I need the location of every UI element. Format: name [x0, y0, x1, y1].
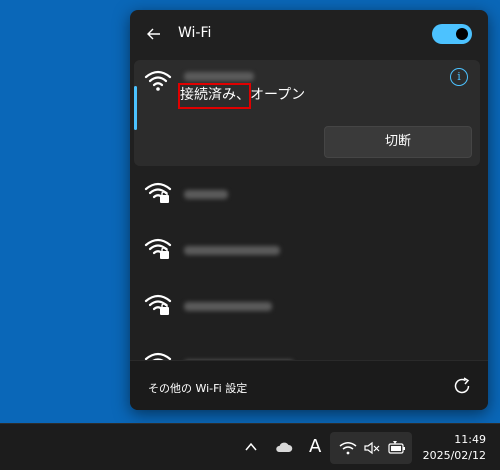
refresh-icon[interactable] — [452, 376, 472, 396]
wifi-lock-icon — [144, 238, 172, 259]
wifi-icon — [339, 442, 357, 455]
page-title: Wi-Fi — [178, 25, 212, 41]
network-item[interactable] — [134, 340, 480, 360]
clock[interactable]: 11:49 2025/02/12 — [423, 432, 486, 464]
back-arrow-icon[interactable] — [144, 24, 164, 44]
wifi-flyout: Wi-Fi 接続済み、オープン i 切断 その他の Wi-Fi 設定 — [130, 10, 488, 410]
connection-status: 接続済み、オープン — [178, 83, 305, 109]
network-name-redacted — [184, 302, 272, 311]
ime-indicator[interactable]: A — [309, 436, 321, 457]
highlight-box — [178, 83, 251, 109]
wifi-lock-icon — [144, 182, 172, 203]
network-item[interactable] — [134, 284, 480, 328]
flyout-header: Wi-Fi — [130, 10, 488, 58]
active-network[interactable]: 接続済み、オープン i 切断 — [134, 60, 480, 166]
more-wifi-settings-link[interactable]: その他の Wi-Fi 設定 — [148, 380, 247, 396]
flyout-footer: その他の Wi-Fi 設定 — [130, 360, 488, 410]
wifi-lock-icon — [144, 294, 172, 315]
wifi-icon — [144, 352, 172, 360]
muted-speaker-icon — [364, 441, 380, 455]
quick-settings-button[interactable] — [330, 432, 412, 464]
chevron-up-icon[interactable] — [244, 441, 258, 453]
info-icon[interactable]: i — [450, 68, 468, 86]
taskbar: A 11:49 2025/02/12 — [0, 423, 500, 470]
network-item[interactable] — [134, 172, 480, 216]
clock-date: 2025/02/12 — [422, 449, 486, 462]
network-name-redacted — [184, 190, 228, 199]
selected-indicator — [134, 86, 137, 130]
wifi-toggle[interactable] — [432, 24, 472, 44]
cloud-icon[interactable] — [274, 440, 294, 454]
network-list[interactable]: 接続済み、オープン i 切断 — [130, 60, 488, 360]
network-item[interactable] — [134, 228, 480, 272]
disconnect-button[interactable]: 切断 — [324, 126, 472, 158]
network-name-redacted — [184, 246, 280, 255]
network-name-redacted — [184, 72, 254, 81]
clock-time: 11:49 — [454, 433, 486, 446]
battery-icon — [388, 441, 405, 454]
wifi-icon — [144, 70, 172, 91]
toggle-knob — [456, 28, 468, 40]
